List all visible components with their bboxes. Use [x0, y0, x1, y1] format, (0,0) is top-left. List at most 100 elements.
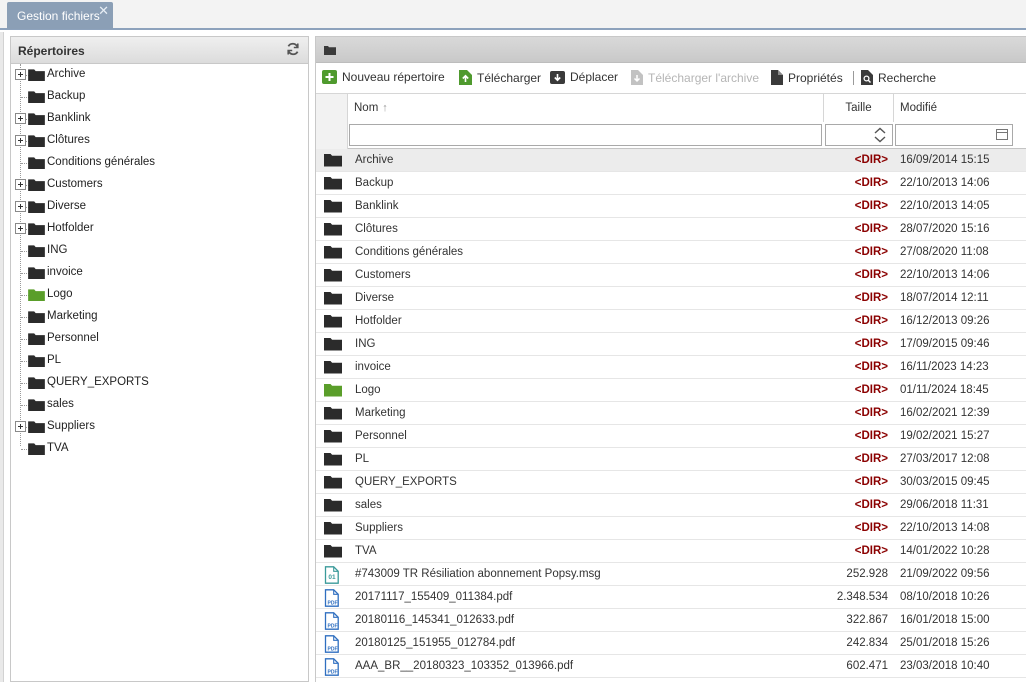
file-row[interactable]: PDF AAA_BR__20180323_103352_013966.pdf 602… — [316, 655, 1026, 678]
file-row[interactable]: Conditions générales <DIR> 27/08/2020 11:0… — [316, 241, 1026, 264]
tree-item[interactable]: Diverse — [11, 196, 301, 218]
name-filter-input[interactable] — [349, 124, 822, 146]
file-name: 20171117_155409_011384.pdf — [355, 591, 513, 603]
svg-text:01: 01 — [328, 574, 336, 581]
tree-item-label: Backup — [47, 90, 86, 102]
file-row[interactable]: ING <DIR> 17/09/2015 09:46 — [316, 333, 1026, 356]
row-icon-wrapper — [324, 451, 342, 469]
file-modified: 29/06/2018 11:31 — [900, 499, 989, 511]
file-size: 322.867 — [846, 614, 888, 626]
folder-icon — [324, 246, 342, 259]
column-header-modified[interactable]: Modifié — [894, 94, 1026, 122]
file-row[interactable]: Personnel <DIR> 19/02/2021 15:27 — [316, 425, 1026, 448]
new-directory-button[interactable]: Nouveau répertoire — [322, 70, 445, 84]
expand-icon[interactable] — [15, 69, 26, 80]
file-name: #743009 TR Résiliation abonnement Popsy.… — [355, 568, 601, 580]
row-icon-wrapper — [324, 359, 342, 377]
calendar-icon[interactable] — [996, 129, 1008, 140]
pdf-file-icon: PDF — [324, 635, 339, 653]
expand-icon[interactable] — [15, 223, 26, 234]
column-header-name[interactable]: Nom ↑ — [348, 94, 824, 122]
file-row[interactable]: Logo <DIR> 01/11/2024 18:45 — [316, 379, 1026, 402]
folder-icon — [324, 292, 342, 305]
file-row[interactable]: PDF 20171117_155409_011384.pdf 2.348.534 08… — [316, 586, 1026, 609]
file-modified: 28/07/2020 15:16 — [900, 223, 990, 235]
tree-item[interactable]: Marketing — [11, 306, 301, 328]
sort-ascending-icon: ↑ — [382, 102, 388, 114]
download-archive-button[interactable]: Télécharger l'archive — [631, 70, 759, 85]
file-row[interactable]: Diverse <DIR> 18/07/2014 12:11 — [316, 287, 1026, 310]
tree-item-label: ING — [47, 244, 68, 256]
file-modified: 16/11/2023 14:23 — [900, 361, 989, 373]
tree-item[interactable]: invoice — [11, 262, 301, 284]
folder-icon — [324, 223, 342, 236]
tree-item[interactable]: Clôtures — [11, 130, 301, 152]
file-row[interactable]: Hotfolder <DIR> 16/12/2013 09:26 — [316, 310, 1026, 333]
folder-icon — [28, 69, 45, 81]
file-row[interactable]: sales <DIR> 29/06/2018 11:31 — [316, 494, 1026, 517]
column-header-size[interactable]: Taille — [824, 94, 894, 122]
file-row[interactable]: PDF 20180125_151955_012784.pdf 242.834 25/0… — [316, 632, 1026, 655]
file-row[interactable]: PL <DIR> 27/03/2017 12:08 — [316, 448, 1026, 471]
tree-item[interactable]: Banklink — [11, 108, 301, 130]
properties-button[interactable]: Propriétés — [771, 70, 843, 85]
row-icon-wrapper: PDF — [324, 635, 340, 656]
file-row[interactable]: Backup <DIR> 22/10/2013 14:06 — [316, 172, 1026, 195]
file-row[interactable]: Customers <DIR> 22/10/2013 14:06 — [316, 264, 1026, 287]
move-button[interactable]: Déplacer — [550, 70, 618, 84]
size-spinner-icon[interactable] — [872, 126, 888, 144]
upload-button[interactable]: Télécharger — [459, 70, 541, 85]
tree-folder-wrapper — [28, 332, 45, 348]
folder-icon — [324, 476, 342, 489]
folder-icon — [28, 157, 45, 169]
file-size: <DIR> — [854, 246, 888, 258]
toolbar-divider — [853, 71, 854, 85]
file-row[interactable]: PDF 20180116_145341_012633.pdf 322.867 16/0… — [316, 609, 1026, 632]
tree-item[interactable]: QUERY_EXPORTS — [11, 372, 301, 394]
expand-icon[interactable] — [15, 135, 26, 146]
close-icon[interactable]: ✕ — [98, 3, 109, 19]
tree-item[interactable]: Personnel — [11, 328, 301, 350]
tree-item[interactable]: sales — [11, 394, 301, 416]
file-row[interactable]: Marketing <DIR> 16/02/2021 12:39 — [316, 402, 1026, 425]
svg-text:PDF: PDF — [328, 624, 338, 630]
file-name: Marketing — [355, 407, 406, 419]
file-row[interactable]: TVA <DIR> 14/01/2022 10:28 — [316, 540, 1026, 563]
tree-item[interactable]: Hotfolder — [11, 218, 301, 240]
tree-item[interactable]: Customers — [11, 174, 301, 196]
tree-item[interactable]: Backup — [11, 86, 301, 108]
new-directory-label: Nouveau répertoire — [342, 70, 445, 84]
file-row[interactable]: Suppliers <DIR> 22/10/2013 14:08 — [316, 517, 1026, 540]
file-row[interactable]: 01 #743009 TR Résiliation abonnement Pops… — [316, 563, 1026, 586]
tree-folder-wrapper — [28, 112, 45, 128]
file-row[interactable]: Banklink <DIR> 22/10/2013 14:05 — [316, 195, 1026, 218]
tab-gestion-fichiers[interactable]: Gestion fichiers ✕ — [7, 2, 113, 29]
file-name: TVA — [355, 545, 377, 557]
expand-icon[interactable] — [15, 113, 26, 124]
expand-icon[interactable] — [15, 201, 26, 212]
file-row[interactable]: invoice <DIR> 16/11/2023 14:23 — [316, 356, 1026, 379]
tree-item[interactable]: Logo — [11, 284, 301, 306]
refresh-icon[interactable] — [286, 42, 300, 56]
file-row[interactable]: Clôtures <DIR> 28/07/2020 15:16 — [316, 218, 1026, 241]
tree-item[interactable]: Suppliers — [11, 416, 301, 438]
file-size: 2.348.534 — [836, 591, 888, 603]
file-row[interactable]: Archive <DIR> 16/09/2014 15:15 — [316, 149, 1026, 172]
folder-icon — [28, 333, 45, 345]
file-row[interactable]: QUERY_EXPORTS <DIR> 30/03/2015 09:45 — [316, 471, 1026, 494]
folder-icon — [28, 91, 45, 103]
tree-item[interactable]: TVA — [11, 438, 301, 460]
tree-item[interactable]: PL — [11, 350, 301, 372]
folder-icon — [324, 338, 342, 351]
expand-icon[interactable] — [15, 179, 26, 190]
folder-icon — [28, 201, 45, 213]
file-size: 602.471 — [846, 660, 888, 672]
file-name: Customers — [355, 269, 411, 281]
tree-folder-wrapper — [28, 134, 45, 150]
tree-item[interactable]: Archive — [11, 64, 301, 86]
tree-item[interactable]: ING — [11, 240, 301, 262]
expand-icon[interactable] — [15, 421, 26, 432]
file-modified: 23/03/2018 10:40 — [900, 660, 990, 672]
search-button[interactable]: Recherche — [861, 70, 936, 85]
tree-item[interactable]: Conditions générales — [11, 152, 301, 174]
